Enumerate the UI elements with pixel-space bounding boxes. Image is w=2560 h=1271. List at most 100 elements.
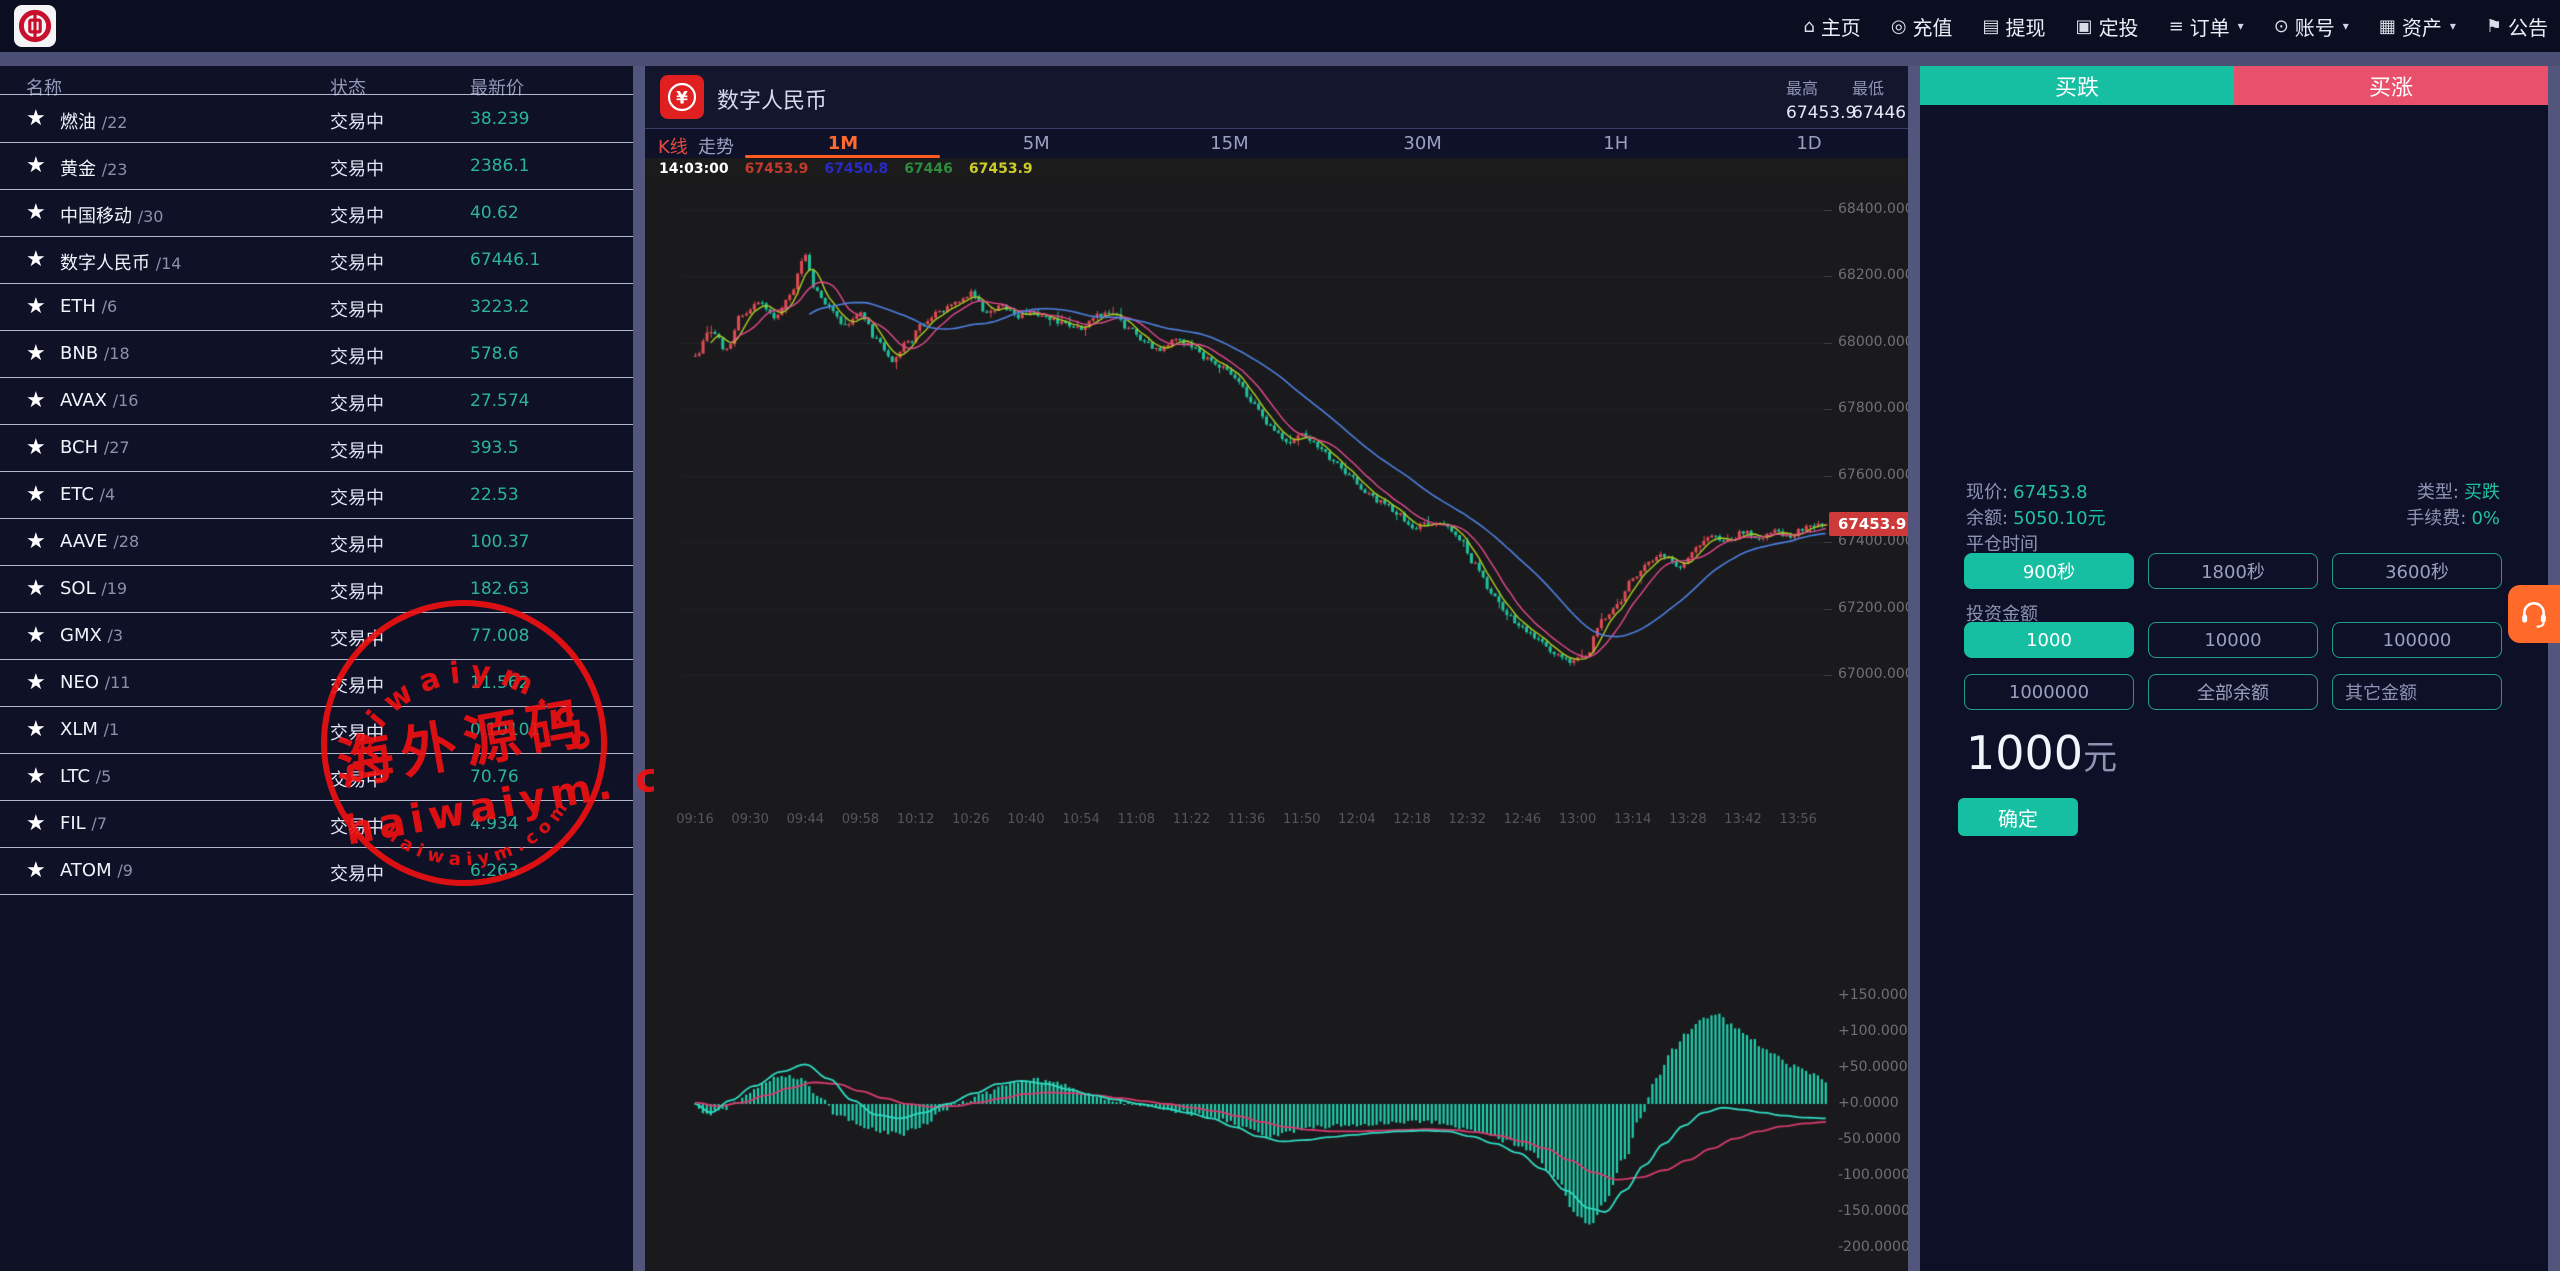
close-time-button-3600秒[interactable]: 3600秒	[2332, 553, 2502, 589]
instrument-price: 38.239	[470, 109, 529, 129]
star-icon[interactable]: ★	[26, 670, 46, 695]
app-logo[interactable]	[14, 5, 56, 47]
nav-item-3[interactable]: ▤提现	[1983, 12, 2046, 41]
macd-axis-label: +150.0000	[1838, 987, 1917, 1003]
market-row-LTC[interactable]: ★LTC /5交易中70.76	[0, 753, 633, 801]
amount-button-100000[interactable]: 100000	[2332, 622, 2502, 658]
svg-text:¥: ¥	[676, 89, 688, 109]
amount-button-全部余额[interactable]: 全部余额	[2148, 674, 2318, 710]
market-row-燃油[interactable]: ★燃油 /22交易中38.239	[0, 95, 633, 143]
axis-tick	[1824, 542, 1832, 543]
scrollbar-right[interactable]	[2548, 66, 2560, 1271]
star-icon[interactable]: ★	[26, 388, 46, 413]
star-icon[interactable]: ★	[26, 529, 46, 554]
macd-axis-label: +50.0000	[1838, 1059, 1908, 1075]
nav-item-1[interactable]: ⌂主页	[1803, 12, 1860, 41]
star-icon[interactable]: ★	[26, 717, 46, 742]
nav-item-6[interactable]: ⊙账号▾	[2274, 12, 2349, 41]
chevron-down-icon: ▾	[2238, 19, 2244, 33]
chart-tab-K线[interactable]: K线	[658, 133, 688, 159]
market-row-GMX[interactable]: ★GMX /3交易中77.008	[0, 612, 633, 660]
kline-canvas[interactable]	[645, 180, 1908, 1271]
time-axis-label: 12:46	[1504, 812, 1541, 827]
time-axis-label: 10:26	[952, 812, 989, 827]
chart-tab-30M[interactable]: 30M	[1403, 133, 1441, 154]
amount-button-1000000[interactable]: 1000000	[1964, 674, 2134, 710]
chart-tab-15M[interactable]: 15M	[1210, 133, 1248, 154]
star-icon[interactable]: ★	[26, 764, 46, 789]
chart-tab-1M[interactable]: 1M	[828, 133, 858, 154]
market-row-ETH[interactable]: ★ETH /6交易中3223.2	[0, 283, 633, 331]
market-row-SOL[interactable]: ★SOL /19交易中182.63	[0, 565, 633, 613]
amount-button-其它金额[interactable]: 其它金额	[2332, 674, 2502, 710]
nav-item-7[interactable]: ▦资产▾	[2379, 12, 2456, 41]
amount-button-10000[interactable]: 10000	[2148, 622, 2318, 658]
instrument-price: 70.76	[470, 767, 519, 787]
market-row-XLM[interactable]: ★XLM /1交易中0.10101	[0, 706, 633, 754]
nav-icon: ▦	[2379, 16, 2396, 37]
scrollbar-left[interactable]	[633, 66, 645, 1271]
macd-axis-label: +100.0000	[1838, 1023, 1917, 1039]
axis-tick	[1824, 409, 1832, 410]
amount-display: 1000元	[1966, 726, 2117, 780]
close-time-button-900秒[interactable]: 900秒	[1964, 553, 2134, 589]
amount-button-1000[interactable]: 1000	[1964, 622, 2134, 658]
instrument-price: 2386.1	[470, 156, 529, 176]
balance-value: 5050.10元	[2013, 508, 2105, 529]
nav-item-4[interactable]: ▣定投	[2076, 12, 2139, 41]
info-close: 67453.9	[969, 161, 1033, 177]
nav-item-8[interactable]: ⚑公告	[2486, 12, 2548, 41]
chart-tab-1D[interactable]: 1D	[1796, 133, 1821, 154]
market-row-黄金[interactable]: ★黄金 /23交易中2386.1	[0, 142, 633, 190]
top-divider	[0, 52, 2560, 66]
star-icon[interactable]: ★	[26, 200, 46, 225]
star-icon[interactable]: ★	[26, 435, 46, 460]
market-row-BCH[interactable]: ★BCH /27交易中393.5	[0, 424, 633, 472]
star-icon[interactable]: ★	[26, 341, 46, 366]
chart-tab-1H[interactable]: 1H	[1603, 133, 1628, 154]
instrument-price: 11.562	[470, 673, 529, 693]
instrument-name: AAVE /28	[60, 531, 139, 552]
info-extra: 67450.8	[824, 161, 888, 177]
market-row-BNB[interactable]: ★BNB /18交易中578.6	[0, 330, 633, 378]
star-icon[interactable]: ★	[26, 153, 46, 178]
confirm-button[interactable]: 确定	[1958, 798, 2078, 836]
chevron-down-icon: ▾	[2450, 19, 2456, 33]
market-row-ATOM[interactable]: ★ATOM /9交易中6.263	[0, 847, 633, 895]
balance-row: 余额: 5050.10元 手续费: 0%	[1966, 504, 2500, 530]
star-icon[interactable]: ★	[26, 623, 46, 648]
star-icon[interactable]: ★	[26, 106, 46, 131]
chart-tab-走势[interactable]: 走势	[698, 133, 734, 159]
market-row-AVAX[interactable]: ★AVAX /16交易中27.574	[0, 377, 633, 425]
tab-buy-up[interactable]: 买涨	[2234, 66, 2548, 105]
nav-item-2[interactable]: ◎充值	[1891, 12, 1953, 41]
star-icon[interactable]: ★	[26, 482, 46, 507]
customer-service-button[interactable]	[2508, 585, 2560, 643]
close-time-button-1800秒[interactable]: 1800秒	[2148, 553, 2318, 589]
chevron-down-icon: ▾	[2343, 19, 2349, 33]
type-label: 类型:	[2417, 482, 2459, 503]
chart-tab-5M[interactable]: 5M	[1023, 133, 1050, 154]
star-icon[interactable]: ★	[26, 294, 46, 319]
instrument-price: 578.6	[470, 344, 519, 364]
tab-buy-down[interactable]: 买跌	[1920, 66, 2234, 105]
market-row-ETC[interactable]: ★ETC /4交易中22.53	[0, 471, 633, 519]
market-row-AAVE[interactable]: ★AAVE /28交易中100.37	[0, 518, 633, 566]
market-row-中国移动[interactable]: ★中国移动 /30交易中40.62	[0, 189, 633, 237]
star-icon[interactable]: ★	[26, 247, 46, 272]
star-icon[interactable]: ★	[26, 858, 46, 883]
instrument-status: 交易中	[330, 296, 384, 322]
instrument-name: ATOM /9	[60, 860, 133, 881]
scrollbar-middle[interactable]	[1908, 66, 1920, 1271]
star-icon[interactable]: ★	[26, 811, 46, 836]
market-row-FIL[interactable]: ★FIL /7交易中4.934	[0, 800, 633, 848]
market-row-数字人民币[interactable]: ★数字人民币 /14交易中67446.1	[0, 236, 633, 284]
star-icon[interactable]: ★	[26, 576, 46, 601]
nav-item-5[interactable]: ≡订单▾	[2169, 12, 2244, 41]
instrument-name: 中国移动 /30	[60, 202, 163, 228]
axis-tick	[1824, 609, 1832, 610]
market-row-NEO[interactable]: ★NEO /11交易中11.562	[0, 659, 633, 707]
macd-axis-label: +0.0000	[1838, 1095, 1899, 1111]
instrument-name: ETC /4	[60, 484, 115, 505]
instrument-price: 40.62	[470, 203, 519, 223]
